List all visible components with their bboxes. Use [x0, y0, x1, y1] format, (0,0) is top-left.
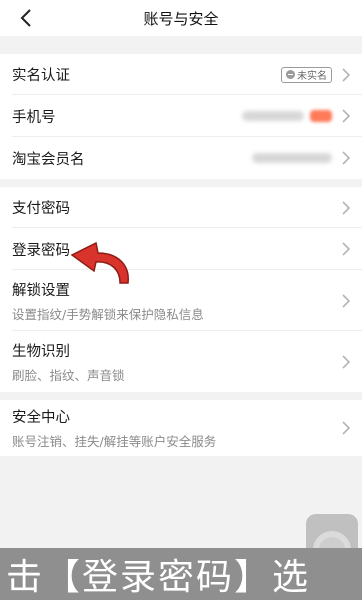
- safety-center-label: 安全中心: [12, 410, 70, 426]
- login-password-label: 登录密码: [12, 242, 70, 259]
- pay-password-label: 支付密码: [12, 201, 70, 217]
- phone-label: 手机号: [12, 109, 56, 126]
- red-pointer-arrow-icon: [70, 241, 129, 284]
- chevron-left-icon: [20, 9, 31, 27]
- safety-group: 安全中心 账号注销、挂失/解挂等账户安全服务: [0, 400, 362, 456]
- realname-row[interactable]: 实名认证 未实名: [0, 54, 362, 95]
- page-title: 账号与安全: [143, 9, 219, 28]
- chevron-right-icon: [342, 67, 351, 82]
- unlock-settings-row[interactable]: 解锁设置 设置指纹/手势解锁来保护隐私信息: [0, 270, 362, 331]
- chevron-right-icon: [342, 293, 351, 308]
- password-group: 支付密码 登录密码 解锁设置 设置指纹/手势解锁来保护隐私信息 生物识别 刷脸、…: [0, 187, 362, 392]
- phone-value-blurred: [242, 111, 304, 121]
- chevron-right-icon: [342, 354, 351, 369]
- taobao-row[interactable]: 淘宝会员名: [0, 137, 362, 179]
- nav-bar: 账号与安全: [0, 0, 362, 36]
- biometric-desc: 刷脸、指纹、声音锁: [12, 367, 125, 383]
- taobao-value-blurred: [252, 153, 332, 163]
- phone-tag-blurred: [310, 110, 332, 122]
- realname-status-badge: 未实名: [281, 66, 332, 83]
- chevron-right-icon: [342, 421, 351, 435]
- video-subtitle: 击【登录密码】选: [0, 548, 362, 600]
- chevron-right-icon: [342, 200, 351, 215]
- login-password-row[interactable]: 登录密码: [0, 228, 362, 270]
- taobao-label: 淘宝会员名: [12, 151, 85, 168]
- pay-password-row[interactable]: 支付密码: [0, 187, 362, 228]
- chevron-right-icon: [342, 242, 351, 256]
- minus-circle-icon: [286, 70, 295, 79]
- unlock-settings-desc: 设置指纹/手势解锁来保护隐私信息: [12, 306, 204, 322]
- safety-center-row[interactable]: 安全中心 账号注销、挂失/解挂等账户安全服务: [0, 400, 362, 456]
- biometric-row[interactable]: 生物识别 刷脸、指纹、声音锁: [0, 331, 362, 392]
- back-button[interactable]: [12, 4, 40, 32]
- account-info-group: 实名认证 未实名 手机号 淘宝会员名: [0, 54, 362, 179]
- phone-row[interactable]: 手机号: [0, 95, 362, 137]
- safety-center-desc: 账号注销、挂失/解挂等账户安全服务: [12, 434, 217, 449]
- realname-label: 实名认证: [12, 68, 70, 84]
- chevron-right-icon: [342, 151, 351, 165]
- biometric-label: 生物识别: [12, 343, 70, 360]
- chevron-right-icon: [342, 109, 351, 123]
